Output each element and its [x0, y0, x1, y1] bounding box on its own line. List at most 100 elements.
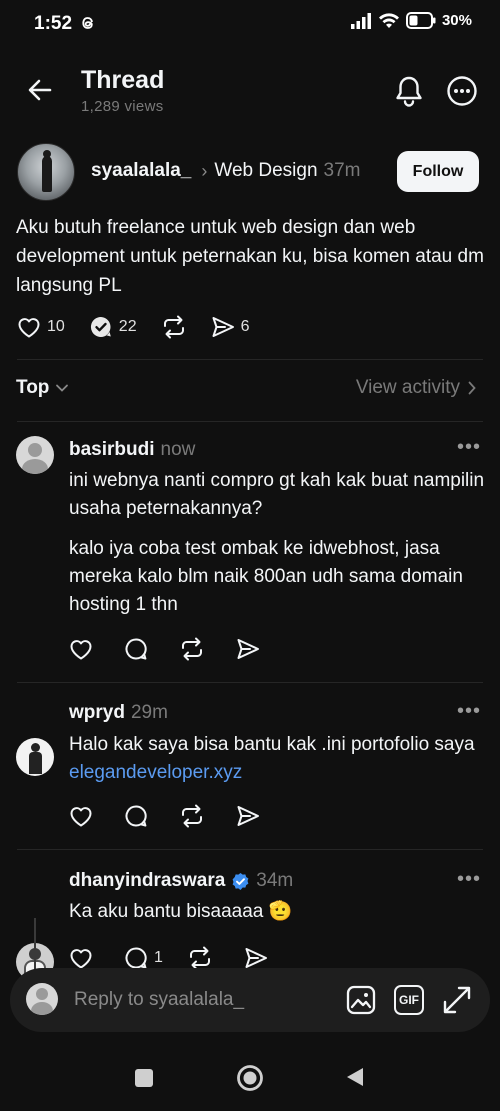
comment-more-icon[interactable]: •••	[457, 868, 481, 891]
comment-actions	[69, 804, 291, 828]
comment-avatar[interactable]	[16, 436, 54, 474]
divider	[17, 682, 483, 683]
comment-time: 34m	[256, 870, 294, 891]
comment-avatar[interactable]	[16, 738, 54, 776]
post-text: Aku butuh freelance untuk web design dan…	[16, 217, 484, 296]
more-options-icon[interactable]	[446, 75, 478, 107]
page-title: Thread	[81, 66, 165, 94]
view-activity-link[interactable]: View activity	[356, 377, 476, 399]
reply-button[interactable]: 1	[124, 946, 163, 970]
repost-icon	[182, 804, 202, 828]
status-time: 1:52	[34, 13, 73, 34]
repost-button[interactable]	[179, 804, 205, 828]
comment-icon	[125, 638, 147, 660]
comment-icon	[125, 947, 147, 969]
divider	[17, 359, 483, 360]
comment-body: Halo kak saya bisa bantu kak .ini portof…	[69, 734, 475, 755]
post-actions: 10 22 6	[17, 315, 274, 339]
like-button[interactable]	[69, 805, 93, 827]
reply-user-avatar	[26, 983, 58, 1015]
comment-body: Ka aku bantu bisaaaaa	[69, 901, 264, 922]
repost-icon	[189, 946, 210, 970]
replied-check-icon	[90, 316, 111, 337]
reply-button[interactable]	[124, 804, 148, 828]
share-button[interactable]	[236, 805, 260, 827]
comment-actions: 1	[69, 946, 299, 970]
view-count: 1,289 views	[81, 98, 164, 115]
share-button[interactable]	[244, 947, 268, 969]
comment-more-icon[interactable]: •••	[457, 436, 481, 459]
repost-icon	[182, 637, 202, 661]
like-button[interactable]	[69, 947, 93, 969]
heart-icon	[18, 318, 40, 338]
share-count: 6	[240, 318, 250, 335]
gif-button[interactable]: GIF	[394, 985, 424, 1015]
comment-text: kalo iya coba test ombak ke idwebhost, j…	[69, 538, 463, 615]
verified-badge-icon	[232, 872, 249, 890]
reply-button[interactable]: 22	[89, 315, 137, 339]
comment-username[interactable]: dhanyindraswara	[69, 870, 225, 892]
comment-more-icon[interactable]: •••	[457, 700, 481, 723]
repost-icon	[163, 315, 184, 339]
sort-label: Top	[16, 377, 50, 398]
post-topic[interactable]: Web Design	[214, 160, 317, 182]
comment-time: 29m	[130, 702, 168, 723]
image-attach-icon[interactable]	[346, 985, 376, 1015]
back-nav-button[interactable]	[345, 1066, 365, 1088]
heart-icon	[70, 640, 92, 660]
reply-input[interactable]	[74, 989, 324, 1011]
comment-username[interactable]: wpryd	[69, 702, 125, 724]
chevron-right-icon: ›	[201, 160, 208, 181]
home-nav-button[interactable]	[236, 1064, 264, 1092]
threads-notification-icon	[80, 14, 96, 32]
post-username[interactable]: syaalalala_	[91, 160, 191, 182]
reply-count: 1	[154, 949, 163, 966]
chevron-down-icon	[56, 384, 69, 392]
comment-header: wpryd 29m	[69, 702, 168, 724]
heart-icon	[70, 807, 92, 827]
comment-time: now	[160, 439, 196, 460]
send-icon	[245, 948, 267, 968]
follow-button[interactable]: Follow	[397, 151, 479, 192]
divider	[17, 421, 483, 422]
chevron-right-icon	[468, 381, 476, 395]
reply-button[interactable]	[124, 637, 148, 661]
like-button[interactable]: 10	[17, 316, 65, 338]
battery-percent: 30%	[441, 12, 472, 29]
share-button[interactable]: 6	[211, 316, 250, 338]
send-icon	[237, 806, 259, 826]
status-icons: 30%	[350, 12, 472, 29]
signal-icon	[350, 12, 371, 29]
view-activity-label: View activity	[355, 377, 460, 398]
recents-nav-button[interactable]	[135, 1069, 153, 1087]
comment-header: basirbudi now	[69, 439, 195, 461]
portfolio-link[interactable]: elegandeveloper.xyz	[69, 762, 242, 783]
sort-dropdown[interactable]: Top	[16, 377, 69, 399]
back-arrow-icon[interactable]	[26, 76, 54, 104]
send-icon	[237, 639, 259, 659]
like-count: 10	[47, 318, 65, 335]
expand-icon[interactable]	[442, 985, 472, 1015]
heart-icon	[70, 949, 92, 969]
thread-line	[34, 918, 36, 970]
repost-button[interactable]	[161, 315, 187, 339]
post-time: 37m	[323, 160, 361, 181]
saluting-face-emoji: 🫡	[268, 901, 293, 922]
comment-actions	[69, 637, 291, 661]
comment-text: Ka aku bantu bisaaaaa 🫡	[69, 898, 489, 926]
send-icon	[212, 317, 234, 337]
reply-count: 22	[118, 318, 137, 335]
repost-button[interactable]	[187, 946, 213, 970]
comment-text: Halo kak saya bisa bantu kak .ini portof…	[69, 731, 489, 787]
comment-header: dhanyindraswara 34m	[69, 870, 293, 892]
share-button[interactable]	[236, 638, 260, 660]
comment-username[interactable]: basirbudi	[69, 439, 155, 461]
repost-button[interactable]	[179, 637, 205, 661]
like-button[interactable]	[69, 638, 93, 660]
post-author-avatar[interactable]	[17, 143, 75, 201]
battery-icon	[405, 12, 436, 29]
comment-icon	[125, 805, 147, 827]
comment-text: ini webnya nanti compro gt kah kak buat …	[69, 470, 485, 519]
post-meta: syaalalala_ › Web Design 37m	[91, 160, 361, 182]
bell-icon[interactable]	[394, 75, 424, 107]
